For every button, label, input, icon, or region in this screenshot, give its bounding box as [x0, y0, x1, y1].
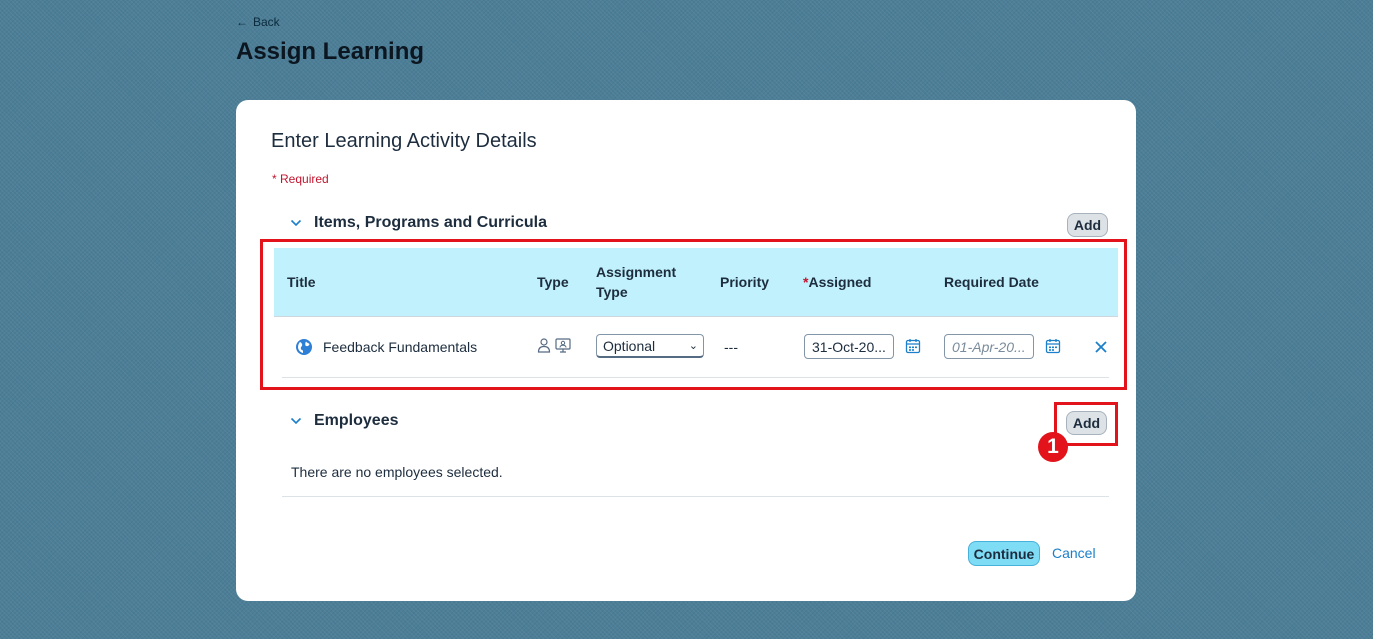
step-badge: 1 — [1038, 432, 1068, 462]
items-section-title: Items, Programs and Curricula — [314, 214, 547, 231]
divider — [282, 496, 1109, 497]
required-note: * Required — [272, 172, 329, 186]
add-item-button[interactable]: Add — [1067, 213, 1108, 237]
page-title: Assign Learning — [236, 38, 425, 65]
arrow-left-icon: ← — [236, 15, 248, 29]
employees-section-header[interactable]: Employees — [288, 412, 398, 430]
employees-empty-message: There are no employees selected. — [291, 464, 503, 480]
continue-button[interactable]: Continue — [968, 541, 1040, 566]
chevron-down-icon[interactable] — [288, 215, 304, 231]
chevron-down-icon[interactable] — [288, 413, 304, 429]
form-title: Enter Learning Activity Details — [271, 130, 537, 152]
table-highlight-box — [260, 239, 1127, 390]
cancel-button[interactable]: Cancel — [1052, 541, 1096, 566]
items-section-header[interactable]: Items, Programs and Curricula — [288, 214, 547, 232]
back-label: Back — [253, 15, 280, 29]
employees-section-title: Employees — [314, 412, 399, 429]
back-link[interactable]: ← Back — [236, 15, 280, 29]
